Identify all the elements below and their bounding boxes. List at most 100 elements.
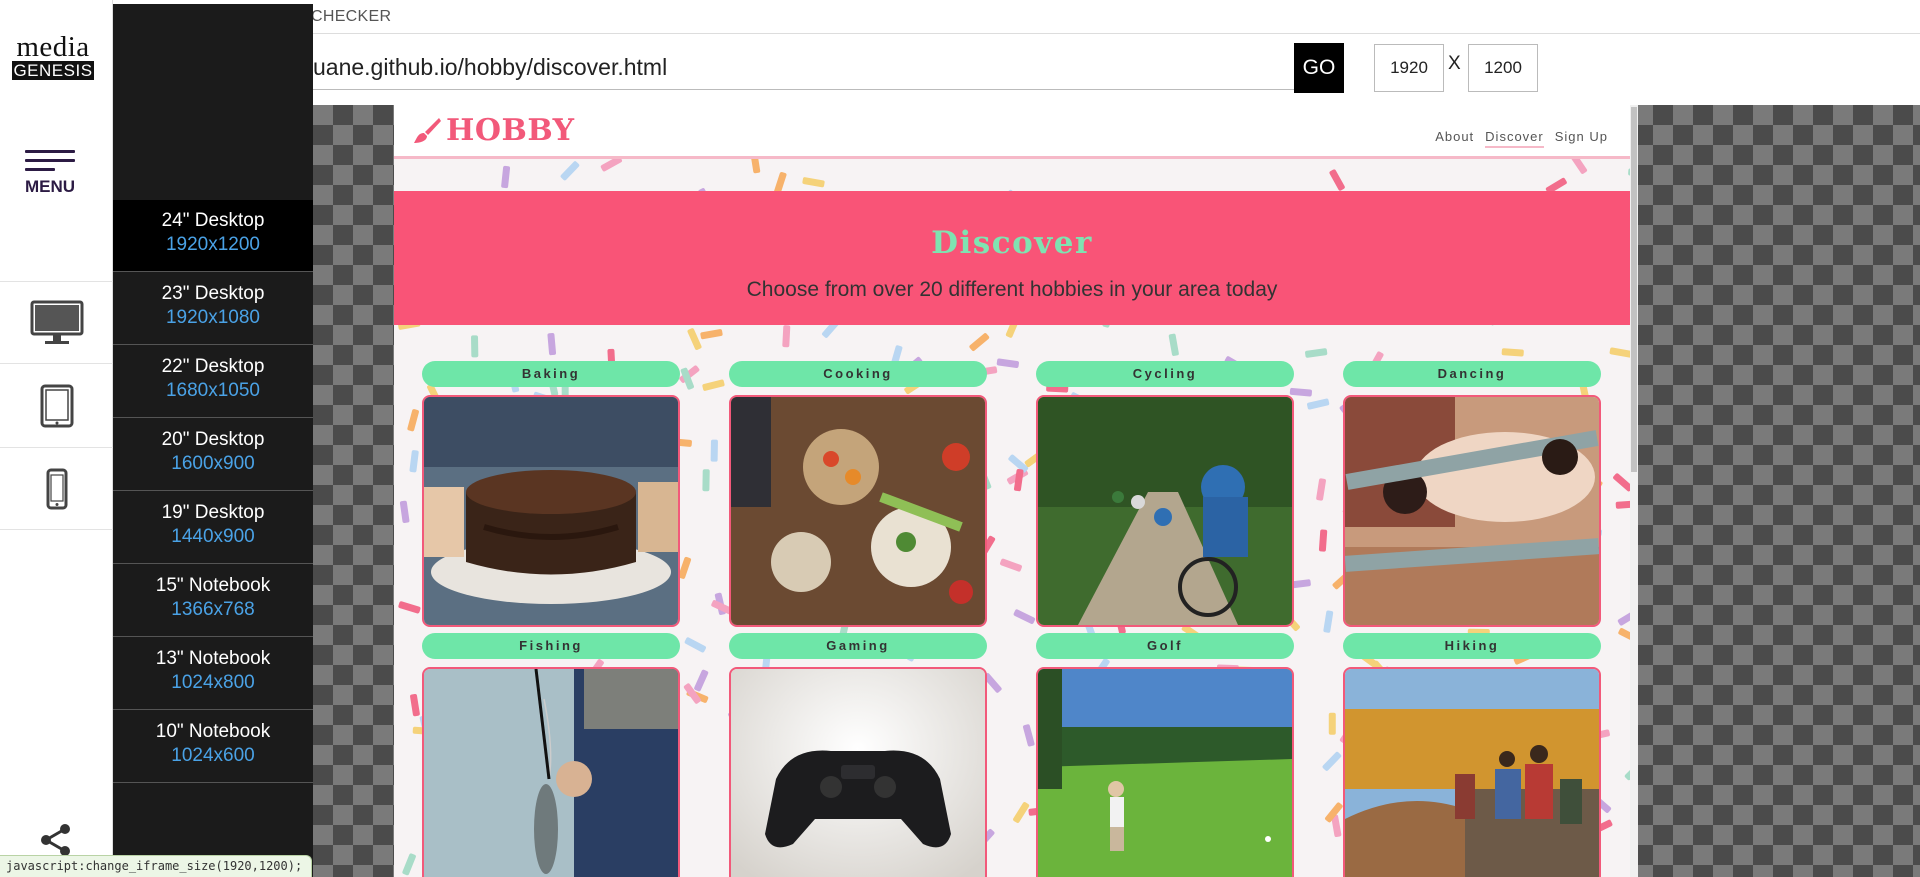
confetti-piece bbox=[1329, 169, 1345, 191]
confetti-piece bbox=[409, 450, 419, 473]
width-input[interactable]: 1920 bbox=[1374, 44, 1444, 92]
device-option-name: 20" Desktop bbox=[161, 429, 265, 450]
frame-scrollbar[interactable] bbox=[1630, 105, 1638, 877]
confetti-piece bbox=[782, 325, 791, 348]
hobby-card-golf: Golf bbox=[1036, 633, 1294, 877]
confetti-piece bbox=[1022, 724, 1035, 747]
hiking-photo[interactable] bbox=[1343, 667, 1601, 877]
hobby-label[interactable]: Dancing bbox=[1343, 361, 1601, 387]
menu-label: MENU bbox=[24, 177, 76, 196]
confetti-piece bbox=[1501, 348, 1524, 357]
confetti-piece bbox=[407, 409, 419, 432]
device-option-name: 19" Desktop bbox=[161, 502, 265, 523]
device-option-resolution: 1024x800 bbox=[171, 672, 255, 693]
app-title: CHECKER bbox=[311, 8, 392, 25]
phone-icon bbox=[46, 468, 67, 509]
confetti-piece bbox=[1013, 609, 1036, 624]
confetti-piece bbox=[399, 500, 410, 523]
confetti-piece bbox=[702, 469, 710, 492]
device-option-name: 10" Notebook bbox=[155, 721, 271, 742]
device-option-name: 13" Notebook bbox=[155, 648, 271, 669]
hobby-card-cycling: Cycling bbox=[1036, 361, 1294, 627]
hobby-label[interactable]: Baking bbox=[422, 361, 680, 387]
device-option[interactable]: 19" Desktop 1440x900 bbox=[113, 492, 313, 564]
hobby-card-fishing: Fishing bbox=[422, 633, 680, 877]
fishing-photo[interactable] bbox=[422, 667, 680, 877]
desktop-icon bbox=[30, 300, 83, 344]
confetti-piece bbox=[398, 601, 421, 614]
url-input[interactable]: uane.github.io/hobby/discover.html bbox=[313, 45, 1295, 90]
device-option[interactable]: 15" Notebook 1366x768 bbox=[113, 565, 313, 637]
gaming-photo[interactable] bbox=[729, 667, 987, 877]
device-checker-app: media GENESIS MENU CHECKER uane.github.i… bbox=[0, 0, 1920, 877]
desktop-device-button[interactable] bbox=[0, 281, 113, 363]
hobby-label[interactable]: Gaming bbox=[729, 633, 987, 659]
nav-about[interactable]: About bbox=[1435, 129, 1474, 148]
confetti-piece bbox=[1318, 529, 1328, 552]
hobby-label[interactable]: Fishing bbox=[422, 633, 680, 659]
height-input[interactable]: 1200 bbox=[1468, 44, 1538, 92]
confetti-piece bbox=[700, 329, 723, 340]
confetti-piece bbox=[410, 693, 420, 717]
confetti-piece bbox=[402, 853, 416, 876]
confetti-piece bbox=[1316, 478, 1326, 501]
hobby-label[interactable]: Hiking bbox=[1343, 633, 1601, 659]
confetti-piece bbox=[501, 165, 511, 189]
device-option-resolution: 1680x1050 bbox=[165, 380, 261, 401]
hobby-label[interactable]: Golf bbox=[1036, 633, 1294, 659]
device-option[interactable]: 24" Desktop 1920x1200 bbox=[113, 200, 313, 272]
confetti-piece bbox=[1328, 712, 1336, 735]
confetti-piece bbox=[1609, 347, 1632, 358]
nav-sign-up[interactable]: Sign Up bbox=[1555, 129, 1608, 148]
golf-photo[interactable] bbox=[1036, 667, 1294, 877]
hobby-card-gaming: Gaming bbox=[729, 633, 987, 877]
tablet-icon bbox=[40, 384, 73, 427]
device-menu: 24" Desktop 1920x1200 23" Desktop 1920x1080… bbox=[113, 4, 313, 877]
go-button[interactable]: GO bbox=[1294, 43, 1344, 93]
logo-text-genesis: GENESIS bbox=[12, 61, 94, 80]
confetti-piece bbox=[1323, 610, 1334, 633]
device-option-resolution: 1920x1200 bbox=[165, 234, 261, 255]
device-option[interactable]: 23" Desktop 1920x1080 bbox=[113, 273, 313, 345]
cycling-photo[interactable] bbox=[1036, 395, 1294, 627]
device-option-resolution: 1440x900 bbox=[171, 526, 255, 547]
share-icon[interactable] bbox=[38, 822, 74, 858]
baking-photo[interactable] bbox=[422, 395, 680, 627]
tablet-device-button[interactable] bbox=[0, 363, 113, 447]
hero-subtitle: Choose from over 20 different hobbies in… bbox=[746, 278, 1278, 301]
confetti-piece bbox=[1615, 500, 1638, 509]
confetti-piece bbox=[710, 439, 718, 462]
phone-device-button[interactable] bbox=[0, 447, 113, 530]
confetti-piece bbox=[694, 669, 709, 692]
confetti-piece bbox=[684, 637, 706, 653]
hobby-label[interactable]: Cooking bbox=[729, 361, 987, 387]
confetti-piece bbox=[1617, 609, 1638, 626]
confetti-piece bbox=[1307, 398, 1330, 410]
confetti-piece bbox=[687, 328, 702, 350]
paintbrush-icon bbox=[414, 117, 441, 143]
device-option[interactable]: 20" Desktop 1600x900 bbox=[113, 419, 313, 491]
logo[interactable]: media GENESIS bbox=[12, 31, 94, 80]
hobby-label[interactable]: Cycling bbox=[1036, 361, 1294, 387]
nav-discover[interactable]: Discover bbox=[1485, 129, 1544, 148]
device-option[interactable]: 22" Desktop 1680x1050 bbox=[113, 346, 313, 418]
device-option-resolution: 1366x768 bbox=[171, 599, 255, 620]
dimension-separator: X bbox=[1448, 53, 1461, 74]
menu-button[interactable]: MENU bbox=[20, 150, 80, 197]
site-header: HOBBY About Discover Sign Up bbox=[394, 105, 1630, 159]
logo-text-media: media bbox=[16, 31, 90, 63]
dancing-photo[interactable] bbox=[1343, 395, 1601, 627]
cooking-photo[interactable] bbox=[729, 395, 987, 627]
left-sidebar: media GENESIS MENU bbox=[0, 0, 113, 877]
confetti-piece bbox=[750, 150, 761, 174]
hobby-card-cooking: Cooking bbox=[729, 361, 987, 627]
top-divider bbox=[313, 33, 1920, 34]
device-option[interactable]: 13" Notebook 1024x800 bbox=[113, 638, 313, 710]
device-option[interactable]: 10" Notebook 1024x600 bbox=[113, 711, 313, 783]
confetti-piece bbox=[802, 177, 825, 188]
confetti-piece bbox=[471, 335, 479, 358]
hamburger-icon bbox=[20, 150, 80, 171]
confetti-piece bbox=[1618, 628, 1638, 643]
scrollbar-thumb[interactable] bbox=[1631, 107, 1637, 472]
site-brand[interactable]: HOBBY bbox=[412, 113, 575, 148]
